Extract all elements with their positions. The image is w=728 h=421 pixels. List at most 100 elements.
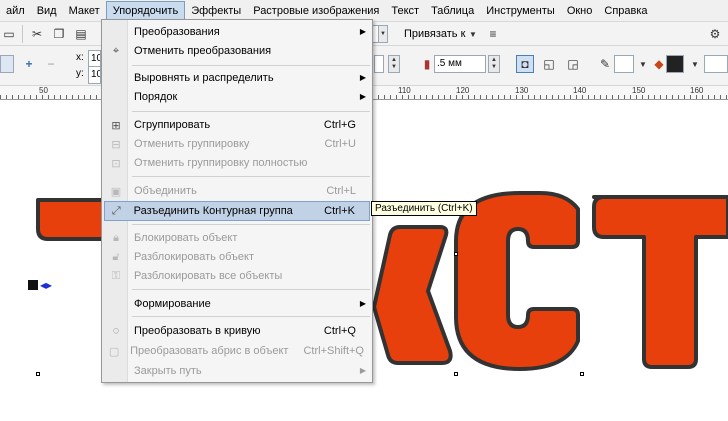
anchor-node-icon[interactable]	[28, 280, 38, 290]
menu-item-label: Отменить группировку полностью	[134, 157, 308, 169]
pen-icon[interactable]: ✎	[596, 55, 614, 73]
zoom-dropdown-icon[interactable]: ▼	[378, 25, 388, 43]
menu-item-label: Выровнять и распределить	[134, 72, 274, 84]
contour-inside-icon[interactable]: ◱	[540, 55, 558, 73]
outline-to-object-icon: ▢	[108, 345, 120, 358]
combine-icon: ▣	[110, 185, 122, 198]
menu-arrange[interactable]: Упорядочить	[105, 0, 186, 21]
copy-icon[interactable]: ❐	[50, 25, 68, 43]
y-label: y:	[76, 68, 84, 79]
break-apart-tooltip: Разъединить (Ctrl+K)	[371, 201, 477, 216]
blank-icon	[104, 22, 128, 42]
menu-item-order[interactable]: Порядок ▶	[104, 87, 370, 107]
menu-item-group[interactable]: ⊞ Сгруппировать Ctrl+G	[104, 115, 370, 135]
ruler-label: 50	[39, 86, 48, 95]
blank-icon	[104, 68, 128, 88]
menu-item-lock-object[interactable]: 🔒︎ Блокировать объект	[104, 228, 370, 248]
ruler-label: 150	[632, 86, 646, 95]
menu-window[interactable]: Окно	[561, 1, 599, 21]
menu-separator	[132, 316, 370, 317]
menu-item-label: Отменить группировку	[134, 138, 250, 150]
print-icon[interactable]: ▭	[0, 25, 18, 43]
menu-view[interactable]: Вид	[31, 1, 63, 21]
ungroup-icon: ⊟	[111, 138, 121, 151]
menu-item-ungroup-all[interactable]: ⊡ Отменить группировку полностью	[104, 153, 370, 173]
menu-item-label: Закрыть путь	[134, 365, 202, 377]
ruler-label: 140	[573, 86, 587, 95]
plus-icon[interactable]: +	[20, 55, 38, 73]
menu-item-label: Отменить преобразования	[134, 45, 272, 57]
menu-item-break-apart[interactable]: ⤢ Разъединить Контурная группа Ctrl+K	[104, 201, 370, 221]
size-spinner[interactable]: ▲ ▼	[388, 55, 400, 73]
menu-item-transformations[interactable]: Преобразования ▶	[104, 22, 370, 42]
snap-dropdown-icon[interactable]: ▼	[464, 25, 482, 43]
outline-color-swatch[interactable]	[614, 55, 634, 73]
menu-item-shortcut: Ctrl+K	[324, 205, 355, 217]
submenu-arrow-icon: ▶	[359, 92, 366, 101]
letter-k-shape[interactable]	[372, 225, 453, 365]
menu-item-ungroup[interactable]: ⊟ Отменить группировку Ctrl+U	[104, 134, 370, 154]
break-apart-icon: ⤢	[111, 204, 121, 217]
menu-tools[interactable]: Инструменты	[480, 1, 561, 21]
menu-item-unlock-object[interactable]: 🔓︎ Разблокировать объект	[104, 247, 370, 267]
menu-file[interactable]: айл	[0, 1, 31, 21]
menu-layout[interactable]: Макет	[63, 1, 106, 21]
toolbar-separator	[22, 25, 23, 43]
outline-width-input[interactable]: .5 мм	[434, 55, 486, 73]
contour-to-center-icon[interactable]: ◘	[516, 55, 534, 73]
menu-item-convert-to-curves[interactable]: ◌ Преобразовать в кривую Ctrl+Q	[104, 321, 370, 341]
ruler-label: 160	[690, 86, 704, 95]
snap-to-label[interactable]: Привязать к	[404, 28, 465, 40]
menu-item-unlock-all[interactable]: ⚿ Разблокировать все объекты	[104, 266, 370, 286]
selection-handle[interactable]	[36, 372, 40, 376]
menu-item-shortcut: Ctrl+G	[323, 119, 356, 131]
group-icon: ⊞	[111, 119, 121, 132]
menu-separator	[132, 111, 370, 112]
menu-item-shaping[interactable]: Формирование ▶	[104, 294, 370, 314]
options-icon[interactable]: ⚙	[706, 25, 724, 43]
letter-t2-shape[interactable]	[592, 195, 728, 369]
arrow-indicator-icon: ◂▸	[40, 278, 53, 292]
selection-handle[interactable]	[580, 372, 584, 376]
object-picker-icon[interactable]	[0, 55, 14, 73]
ruler-label: 120	[456, 86, 470, 95]
menu-item-label: Формирование	[134, 298, 211, 310]
paste-icon[interactable]: ▤	[72, 25, 90, 43]
menu-table[interactable]: Таблица	[425, 1, 480, 21]
menu-item-combine[interactable]: ▣ Объединить Ctrl+L	[104, 181, 370, 201]
submenu-arrow-icon: ▶	[359, 366, 366, 375]
menu-item-align-distribute[interactable]: Выровнять и распределить ▶	[104, 68, 370, 88]
selection-handle[interactable]	[454, 252, 458, 256]
submenu-arrow-icon: ▶	[359, 299, 366, 308]
blank-icon	[104, 294, 128, 314]
unlock-icon: 🔓︎	[112, 250, 120, 263]
menu-help[interactable]: Справка	[598, 1, 653, 21]
menu-item-label: Сгруппировать	[134, 119, 211, 131]
letter-c-shape[interactable]	[454, 191, 580, 371]
menu-item-label: Порядок	[134, 91, 178, 103]
menu-text[interactable]: Текст	[385, 1, 425, 21]
menu-item-outline-to-object[interactable]: ▢ Преобразовать абрис в объект Ctrl+Shif…	[104, 341, 370, 361]
acceleration-field[interactable]	[704, 55, 728, 73]
y-position-input[interactable]: 10	[88, 66, 101, 84]
size-field[interactable]	[374, 55, 384, 73]
menu-effects[interactable]: Эффекты	[185, 1, 247, 21]
minus-icon[interactable]: −	[42, 55, 60, 73]
contour-outside-icon[interactable]: ◲	[564, 55, 582, 73]
menu-separator	[132, 65, 370, 66]
selection-handle[interactable]	[454, 372, 458, 376]
menu-item-shortcut: Ctrl+U	[324, 138, 356, 150]
snap-options-icon[interactable]: ≡	[484, 25, 502, 43]
fill-color-dropdown-icon[interactable]: ▼	[686, 55, 704, 73]
x-label: x:	[76, 52, 84, 63]
outline-width-spinner[interactable]: ▲ ▼	[488, 55, 500, 73]
unlock-all-icon: ⚿	[111, 269, 121, 282]
menu-item-close-path[interactable]: Закрыть путь ▶	[104, 361, 370, 381]
fill-color-swatch[interactable]	[666, 55, 684, 73]
menu-item-clear-transformations[interactable]: ⌖ Отменить преобразования	[104, 41, 370, 61]
menu-item-label: Разъединить Контурная группа	[133, 205, 293, 217]
menu-bitmaps[interactable]: Растровые изображения	[247, 1, 385, 21]
submenu-arrow-icon: ▶	[359, 27, 366, 36]
cut-icon[interactable]: ✂	[28, 25, 46, 43]
menu-separator	[132, 224, 370, 225]
